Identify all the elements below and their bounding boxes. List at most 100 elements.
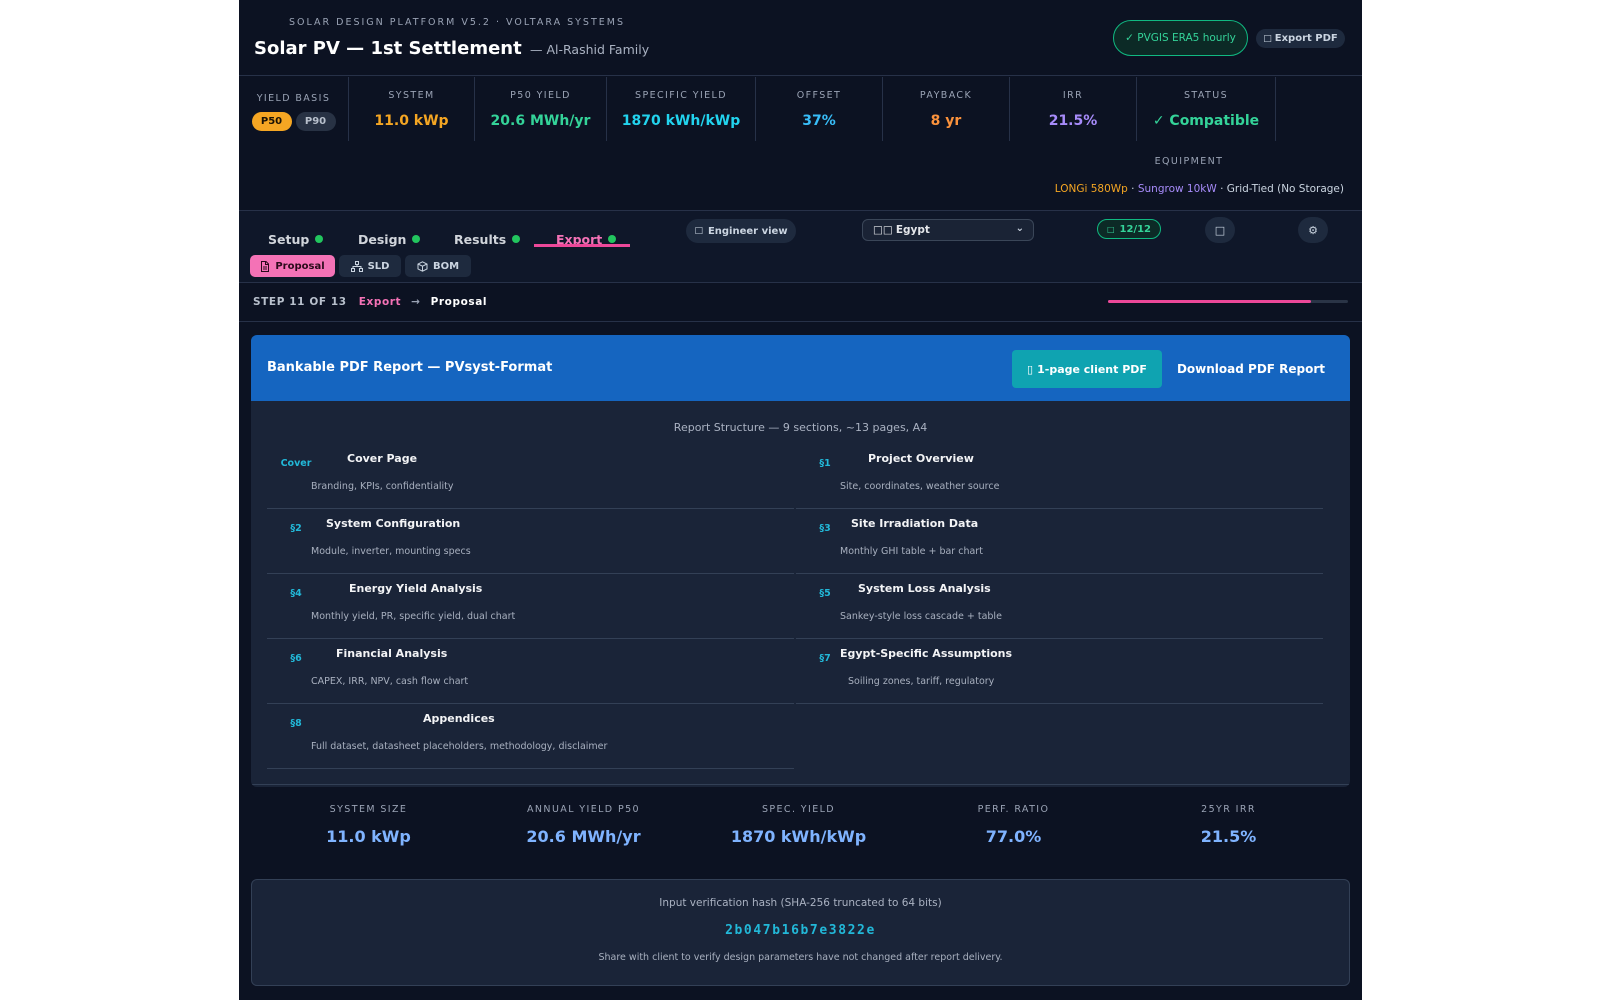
kpi-label: P50 YIELD [510, 90, 571, 101]
section-title: Cover Page [347, 452, 418, 465]
yield-basis-toggle: P50 P90 [239, 112, 348, 131]
equipment-separator: · [1216, 183, 1227, 195]
country-select[interactable]: □□ Egypt ⌄ [862, 219, 1034, 241]
tab-setup[interactable]: Setup [268, 221, 324, 257]
report-title: Bankable PDF Report — PVsyst-Format [267, 360, 553, 375]
summary-value: 77.0% [985, 827, 1042, 846]
section-title: Energy Yield Analysis [349, 582, 483, 595]
page-title: Solar PV — 1st Settlement — Al-Rashid Fa… [254, 38, 649, 59]
hash-note: Share with client to verify design param… [598, 952, 1003, 963]
kpi-value: 1870 kWh/kWp [621, 113, 741, 129]
kpi-status: STATUS ✓ Compatible [1137, 77, 1276, 141]
kpi-label: SPECIFIC YIELD [635, 90, 727, 101]
export-pdf-button[interactable]: □ Export PDF [1256, 29, 1345, 48]
tab-label: Setup [268, 231, 310, 247]
country-value: Egypt [895, 224, 930, 236]
hash-label: Input verification hash (SHA-256 truncat… [659, 897, 942, 909]
step-counter: STEP 11 OF 13 [253, 296, 347, 308]
section-number: §5 [819, 588, 831, 599]
verification-hash-box: Input verification hash (SHA-256 truncat… [251, 879, 1350, 986]
summary-label: SPEC. YIELD [761, 804, 836, 815]
pdf-report-card: Bankable PDF Report — PVsyst-Format ▯ 1-… [251, 335, 1350, 787]
summary-perf-ratio: PERF. RATIO 77.0% [906, 786, 1121, 846]
report-structure-title: Report Structure — 9 sections, ~13 pages… [673, 421, 928, 434]
p90-toggle-button[interactable]: P90 [295, 112, 336, 131]
completion-badge[interactable]: □ 12/12 [1097, 219, 1161, 239]
chevron-down-icon: ⌄ [1015, 223, 1024, 234]
section-number: §7 [819, 653, 831, 664]
subtab-proposal[interactable]: Proposal [250, 255, 335, 277]
file-icon: □ [1263, 33, 1272, 44]
report-section-cover: Cover Cover Page Branding, KPIs, confide… [267, 444, 794, 509]
tab-design[interactable]: Design [358, 221, 421, 257]
kpi-label: IRR [1062, 90, 1084, 101]
step-progress-bar: STEP 11 OF 13 Export → Proposal [239, 284, 1362, 322]
report-section-8: §8 Appendices Full dataset, datasheet pl… [267, 704, 794, 769]
section-title: Project Overview [868, 452, 974, 465]
step-breadcrumb: STEP 11 OF 13 Export → Proposal [253, 296, 487, 308]
section-description: Sankey-style loss cascade + table [840, 611, 1002, 622]
project-title: Solar PV — 1st Settlement [254, 38, 522, 59]
summary-label: ANNUAL YIELD P50 [527, 804, 640, 815]
kpi-label: PAYBACK [919, 90, 973, 101]
summary-system-size: SYSTEM SIZE 11.0 kWp [261, 786, 476, 846]
kpi-label: YIELD BASIS [256, 93, 331, 104]
section-description: CAPEX, IRR, NPV, cash flow chart [311, 676, 469, 687]
settings-button[interactable]: ⚙ [1298, 217, 1328, 243]
hash-value[interactable]: 2b047b16b7e3822e [252, 923, 1349, 938]
kpi-p50-yield: P50 YIELD 20.6 MWh/yr [475, 77, 607, 141]
subtab-bom[interactable]: BOM [405, 255, 471, 277]
data-source-badge[interactable]: ✓ PVGIS ERA5 hourly [1113, 20, 1248, 56]
kpi-specific-yield: SPECIFIC YIELD 1870 kWh/kWp [607, 77, 756, 141]
tab-results[interactable]: Results [454, 221, 521, 257]
box-icon [417, 260, 428, 272]
engineer-view-toggle[interactable]: □ Engineer view [686, 219, 796, 243]
section-description: Branding, KPIs, confidentiality [311, 481, 454, 492]
report-section-1: §1 Project Overview Site, coordinates, w… [796, 444, 1323, 509]
kpi-payback: PAYBACK 8 yr [883, 77, 1010, 141]
report-section-4: §4 Energy Yield Analysis Monthly yield, … [267, 574, 794, 639]
summary-value: 21.5% [1200, 827, 1257, 846]
theme-toggle-button[interactable]: □ [1205, 217, 1235, 243]
check-icon: □ [1106, 224, 1115, 234]
download-pdf-button[interactable]: Download PDF Report [1167, 350, 1335, 388]
kpi-value: ✓ Compatible [1152, 113, 1260, 129]
kpi-label: STATUS [1183, 90, 1229, 101]
section-number: Cover [280, 458, 312, 469]
divider [251, 784, 1350, 785]
report-section-3: §3 Site Irradiation Data Monthly GHI tab… [796, 509, 1323, 574]
report-section-5: §5 System Loss Analysis Sankey-style los… [796, 574, 1323, 639]
engineer-view-label: Engineer view [707, 225, 788, 237]
tab-export[interactable]: Export [556, 221, 617, 257]
platform-brand: SOLAR DESIGN PLATFORM V5.2 · VOLTARA SYS… [289, 17, 625, 28]
app-header: SOLAR DESIGN PLATFORM V5.2 · VOLTARA SYS… [239, 0, 1362, 76]
tab-label: Results [454, 231, 507, 247]
section-title: System Configuration [326, 517, 461, 530]
gear-icon: ⚙ [1308, 223, 1318, 237]
subtab-sld[interactable]: SLD [339, 255, 401, 277]
kpi-value: 21.5% [1048, 113, 1098, 129]
page-icon: ▯ [1027, 362, 1034, 376]
complete-dot-icon [512, 235, 521, 243]
step-section[interactable]: Export [359, 296, 401, 308]
section-title: Appendices [423, 712, 495, 725]
summary-value: 11.0 kWp [326, 827, 411, 846]
summary-annual-yield: ANNUAL YIELD P50 20.6 MWh/yr [476, 786, 691, 846]
tab-label: Design [358, 231, 407, 247]
equipment-summary: LONGi 580Wp · Sungrow 10kW · Grid-Tied (… [1055, 183, 1344, 195]
client-pdf-button[interactable]: ▯ 1-page client PDF [1012, 350, 1162, 388]
section-description: Full dataset, datasheet placeholders, me… [311, 741, 608, 752]
section-number: §4 [290, 588, 302, 599]
section-title: Egypt-Specific Assumptions [840, 647, 1013, 660]
document-icon [261, 260, 270, 272]
section-number: §8 [290, 718, 302, 729]
section-number: §2 [290, 523, 302, 534]
kpi-offset: OFFSET 37% [756, 77, 883, 141]
section-number: §1 [819, 458, 831, 469]
summary-label: PERF. RATIO [977, 804, 1050, 815]
summary-label: 25YR IRR [1201, 804, 1256, 815]
user-icon: □ [694, 226, 703, 236]
report-summary-row: SYSTEM SIZE 11.0 kWp ANNUAL YIELD P50 20… [251, 786, 1350, 866]
summary-value: 20.6 MWh/yr [526, 827, 641, 846]
p50-toggle-button[interactable]: P50 [251, 112, 292, 131]
